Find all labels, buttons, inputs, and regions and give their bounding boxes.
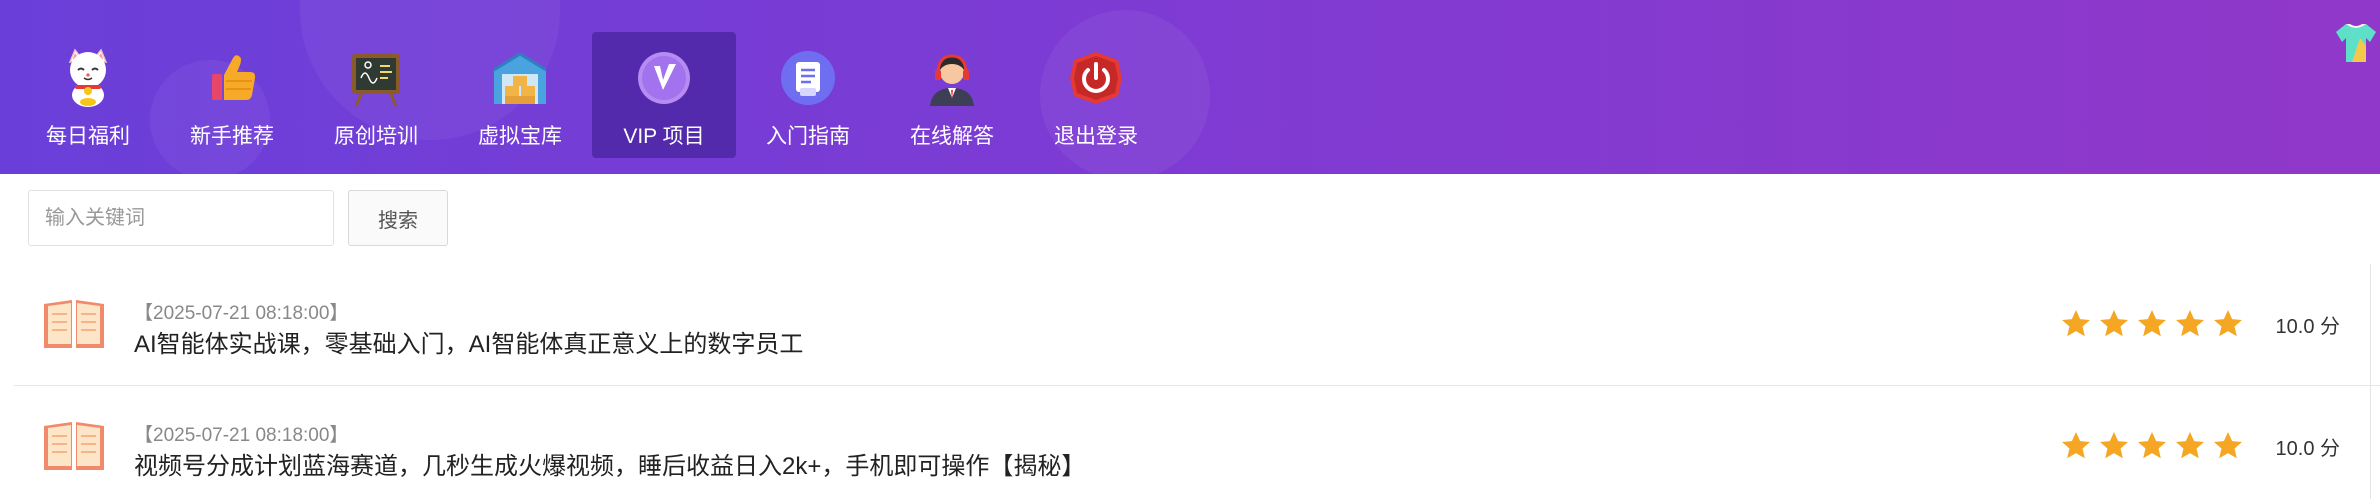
- item-date: 【2025-07-21 08:18:00】: [134, 425, 349, 446]
- star-icon: [2099, 310, 2128, 337]
- open-book-icon: [44, 422, 104, 470]
- nav-item-logout[interactable]: 退出登录: [1024, 32, 1168, 158]
- item-date: 【2025-07-21 08:18:00】: [134, 303, 349, 324]
- search-input[interactable]: [28, 190, 334, 246]
- nav-label: VIP 项目: [623, 125, 705, 148]
- rating: 10.0 分: [2060, 308, 2340, 340]
- nav-label: 原创培训: [334, 125, 418, 148]
- star-icon: [2099, 432, 2128, 459]
- nav-label: 每日福利: [46, 125, 130, 148]
- item-score: 10.0 分: [2275, 315, 2340, 338]
- thumbs-up-icon: [212, 55, 256, 100]
- search-button[interactable]: 搜索: [348, 190, 448, 246]
- nav-item-online-support[interactable]: 在线解答: [880, 32, 1024, 158]
- item-score: 10.0 分: [2275, 437, 2340, 460]
- star-icon: [2213, 310, 2242, 337]
- star-icon: [2137, 432, 2166, 459]
- nav-label: 入门指南: [766, 125, 850, 148]
- nav-item-daily-benefits[interactable]: 每日福利: [16, 32, 160, 158]
- nav-item-beginner-recommend[interactable]: 新手推荐: [160, 32, 304, 158]
- top-navigation-bar: 每日福利 新手推荐 原创培训 虚拟宝库 VIP 项目 入门指南 在线解答 退出登…: [0, 0, 2380, 174]
- power-icon: [1070, 52, 1122, 104]
- nav-item-virtual-treasury[interactable]: 虚拟宝库: [448, 32, 592, 158]
- star-icon: [2175, 432, 2204, 459]
- nav-label: 退出登录: [1054, 125, 1138, 148]
- course-list: 【2025-07-21 08:18:00】 AI智能体实战课，零基础入门，AI智…: [14, 264, 2380, 499]
- warehouse-icon: [493, 52, 547, 104]
- star-icon: [2061, 310, 2090, 337]
- rating: 10.0 分: [2060, 430, 2340, 462]
- nav-label: 虚拟宝库: [478, 125, 562, 148]
- scrollbar-track[interactable]: [2370, 264, 2380, 499]
- star-icon: [2061, 432, 2090, 459]
- list-item[interactable]: 【2025-07-21 08:18:00】 AI智能体实战课，零基础入门，AI智…: [14, 264, 2380, 386]
- open-book-icon: [44, 300, 104, 348]
- search-bar: 搜索: [28, 190, 448, 246]
- item-title-link[interactable]: AI智能体实战课，零基础入门，AI智能体真正意义上的数字员工: [134, 324, 803, 359]
- shirt-icon[interactable]: [2332, 18, 2380, 66]
- list-item[interactable]: 【2025-07-21 08:18:00】 视频号分成计划蓝海赛道，几秒生成火爆…: [14, 386, 2380, 499]
- nav-item-getting-started[interactable]: 入门指南: [736, 32, 880, 158]
- nav-label: 在线解答: [910, 125, 994, 148]
- document-icon: [781, 51, 835, 105]
- nav-label: 新手推荐: [190, 125, 274, 148]
- star-icon: [2213, 432, 2242, 459]
- vip-badge-icon: [638, 52, 690, 104]
- support-agent-icon: [930, 54, 974, 106]
- lucky-cat-icon: [68, 48, 108, 107]
- nav-item-vip-projects[interactable]: VIP 项目: [592, 32, 736, 158]
- star-icon: [2175, 310, 2204, 337]
- main-nav: 每日福利 新手推荐 原创培训 虚拟宝库 VIP 项目 入门指南 在线解答 退出登…: [16, 32, 1168, 158]
- nav-item-original-training[interactable]: 原创培训: [304, 32, 448, 158]
- star-icon: [2137, 310, 2166, 337]
- item-title-link[interactable]: 视频号分成计划蓝海赛道，几秒生成火爆视频，睡后收益日入2k+，手机即可操作【揭秘…: [134, 446, 1085, 481]
- chalkboard-icon: [352, 54, 400, 107]
